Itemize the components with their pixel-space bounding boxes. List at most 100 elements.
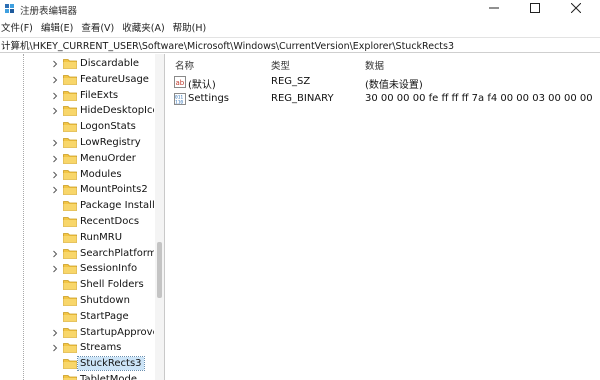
folder-icon — [63, 311, 77, 322]
chevron-right-icon[interactable] — [51, 107, 59, 115]
tree-item[interactable]: Streams — [0, 340, 155, 356]
values-pane[interactable]: 名称 类型 数据 ab (默认) REG_SZ (数值未设置) 011 110 … — [166, 54, 596, 380]
menu-edit[interactable]: 编辑(E) — [37, 20, 77, 34]
tree-item[interactable]: Modules — [0, 167, 155, 183]
close-button[interactable] — [556, 0, 596, 16]
folder-icon — [63, 248, 77, 259]
tree-item-label: LowRegistry — [80, 136, 141, 148]
tree-item-label: Shell Folders — [80, 279, 144, 291]
folder-icon — [63, 264, 77, 275]
tree-item-label: StartPage — [80, 310, 129, 322]
tree-item-label: Streams — [80, 342, 122, 354]
tree-item[interactable]: StartPage — [0, 309, 155, 325]
chevron-right-icon[interactable] — [51, 155, 59, 163]
tree-item-label: TabletMode — [80, 373, 138, 380]
value-name: (默认) — [188, 80, 216, 91]
minimize-button[interactable] — [474, 0, 514, 16]
address-bar[interactable]: 计算机\HKEY_CURRENT_USER\Software\Microsoft… — [0, 37, 600, 53]
column-header-type[interactable]: 类型 — [271, 58, 290, 72]
folder-icon — [63, 232, 77, 243]
column-header-data[interactable]: 数据 — [365, 58, 384, 72]
tree-scrollbar[interactable] — [155, 54, 164, 380]
tree-item-label: SearchPlatform — [80, 247, 154, 259]
tree-item[interactable]: RunMRU — [0, 230, 155, 246]
tree-item[interactable]: SessionInfo — [0, 261, 155, 277]
tree-item[interactable]: MountPoints2 — [0, 182, 155, 198]
column-header-name[interactable]: 名称 — [175, 58, 194, 72]
tree-item[interactable]: LogonStats — [0, 119, 155, 135]
window-title: 注册表编辑器 — [20, 6, 78, 17]
title-bar: 注册表编辑器 — [0, 0, 600, 18]
tree-item-label: LogonStats — [80, 121, 136, 133]
tree-item-label: Discardable — [80, 58, 140, 69]
close-icon — [571, 3, 581, 13]
tree-item-label: StuckRects3 — [77, 356, 145, 372]
folder-icon — [63, 106, 77, 117]
chevron-right-icon[interactable] — [51, 265, 59, 273]
value-data: (数值未设置) — [365, 80, 423, 91]
menu-favorites[interactable]: 收藏夹(A) — [118, 20, 168, 34]
chevron-right-icon[interactable] — [51, 171, 59, 179]
chevron-right-icon[interactable] — [51, 139, 59, 147]
tree-item-label: FeatureUsage — [80, 73, 149, 85]
tree-item[interactable]: FeatureUsage — [0, 72, 155, 88]
tree-item-label: RunMRU — [80, 231, 123, 243]
folder-icon — [63, 217, 77, 227]
folder-icon — [63, 375, 77, 380]
tree-item[interactable]: StartupApprove — [0, 325, 155, 341]
chevron-right-icon[interactable] — [51, 329, 59, 337]
binary-value-icon: 011 110 — [174, 93, 186, 105]
value-data: 30 00 00 00 fe ff ff ff 7a f4 00 00 03 0… — [365, 93, 593, 104]
key-tree-pane[interactable]: Discardable FeatureUsage FileExts HideDeskt… — [0, 54, 165, 380]
value-row[interactable]: 011 110 Settings REG_BINARY 30 00 00 00 … — [166, 91, 596, 107]
chevron-right-icon[interactable] — [51, 76, 59, 84]
folder-icon — [63, 185, 77, 196]
chevron-right-icon[interactable] — [51, 186, 59, 194]
tree-item[interactable]: RecentDocs — [0, 214, 155, 230]
value-row[interactable]: ab (默认) REG_SZ (数值未设置) — [166, 74, 596, 91]
tree-item-label: MenuOrder — [80, 152, 136, 164]
chevron-right-icon[interactable] — [51, 60, 59, 68]
tree-item[interactable]: Package Installa — [0, 198, 155, 214]
tree-item[interactable]: HideDesktopIco — [0, 103, 155, 119]
menu-view[interactable]: 查看(V) — [77, 20, 118, 34]
folder-icon — [63, 280, 77, 291]
maximize-icon — [530, 3, 540, 13]
regedit-icon — [5, 4, 14, 13]
tree-item-label: HideDesktopIco — [80, 105, 154, 117]
tree-item[interactable]: Shell Folders — [0, 277, 155, 293]
maximize-button[interactable] — [515, 0, 555, 16]
tree-item[interactable]: Shutdown — [0, 293, 155, 309]
folder-icon — [63, 90, 77, 101]
tree-item[interactable]: TabletMode — [0, 372, 155, 380]
folder-icon — [63, 296, 77, 306]
address-path[interactable]: 计算机\HKEY_CURRENT_USER\Software\Microsoft… — [0, 38, 454, 52]
tree-item-label: FileExts — [80, 89, 119, 101]
value-type: REG_SZ — [271, 76, 311, 87]
menu-file[interactable]: 文件(F) — [0, 20, 37, 34]
chevron-right-icon[interactable] — [51, 92, 59, 100]
tree-item[interactable]: LowRegistry — [0, 135, 155, 151]
folder-icon — [63, 343, 77, 354]
tree-item-label: MountPoints2 — [80, 184, 148, 196]
tree-item[interactable]: StuckRects3 — [0, 356, 155, 372]
menu-bar: 文件(F) 编辑(E) 查看(V) 收藏夹(A) 帮助(H) — [0, 19, 600, 35]
tree-item[interactable]: SearchPlatform — [0, 246, 155, 262]
menu-help[interactable]: 帮助(H) — [169, 20, 211, 34]
folder-icon — [63, 359, 77, 370]
folder-icon — [63, 169, 77, 180]
string-value-icon: ab — [174, 76, 186, 88]
tree-item[interactable]: Discardable — [0, 56, 155, 72]
minimize-icon — [489, 7, 499, 9]
folder-icon — [63, 59, 77, 69]
tree-scroll-thumb[interactable] — [157, 242, 162, 298]
folder-icon — [63, 138, 77, 148]
tree-item[interactable]: MenuOrder — [0, 151, 155, 167]
folder-icon — [63, 122, 77, 133]
chevron-right-icon[interactable] — [51, 250, 59, 258]
tree-item-label: Modules — [80, 168, 122, 180]
tree-item-label: Shutdown — [80, 294, 130, 306]
chevron-right-icon[interactable] — [51, 344, 59, 352]
tree-item[interactable]: FileExts — [0, 88, 155, 104]
tree-item-label: RecentDocs — [80, 215, 140, 227]
